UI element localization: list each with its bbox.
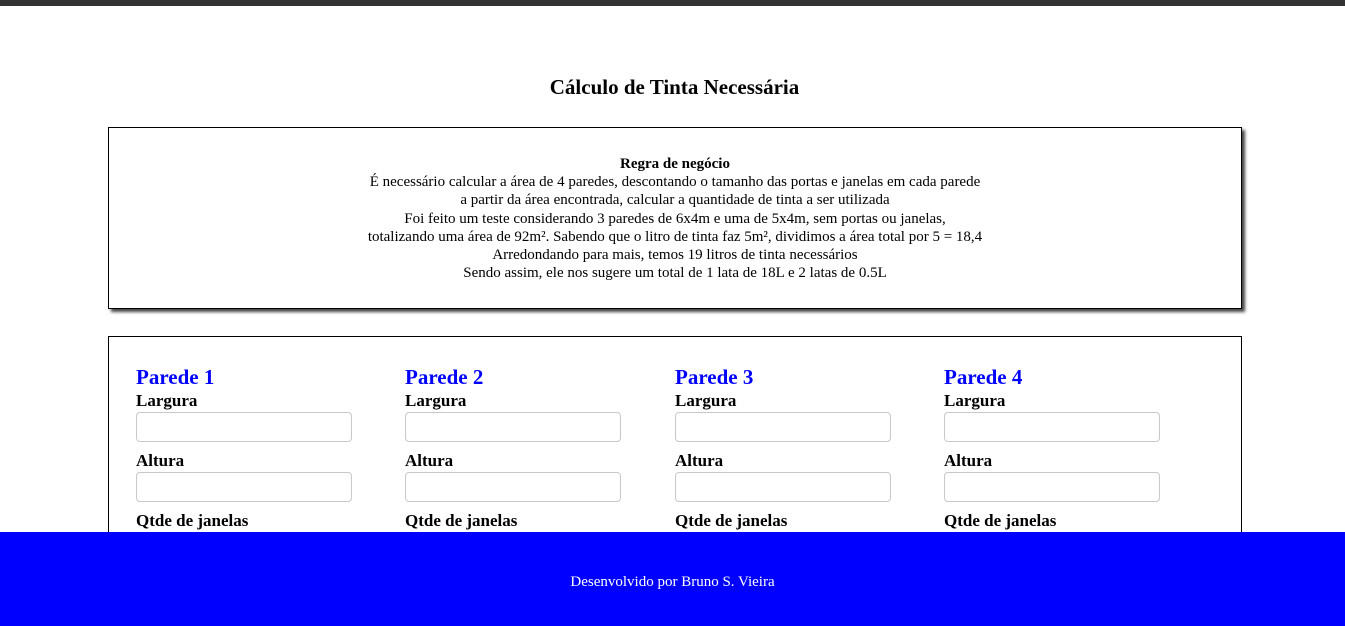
wall-2-title: Parede 2 <box>405 365 484 389</box>
wall-3-title: Parede 3 <box>675 365 754 389</box>
wall-3-height-label: Altura <box>675 451 724 470</box>
business-rules-box: Regra de negócio É necessário calcular a… <box>108 127 1242 309</box>
wall-3-height-input[interactable] <box>675 472 891 502</box>
wall-2-width-input[interactable] <box>405 412 621 442</box>
footer: Desenvolvido por Bruno S. Vieira <box>0 532 1345 626</box>
wall-2-height-label: Altura <box>405 451 454 470</box>
wall-3-width-input[interactable] <box>675 412 891 442</box>
business-rule-line: É necessário calcular a área de 4 parede… <box>369 174 981 191</box>
wall-1-height-input[interactable] <box>136 472 352 502</box>
wall-4-group: Parede 4 Largura Altura Qtde de janelas <box>944 364 1164 532</box>
wall-1-width-label: Largura <box>136 391 198 410</box>
wall-4-title: Parede 4 <box>944 365 1023 389</box>
wall-4-height-label: Altura <box>944 451 993 470</box>
wall-4-width-label: Largura <box>944 391 1006 410</box>
wall-4-windows-label: Qtde de janelas <box>944 511 1057 530</box>
wall-2-windows-label: Qtde de janelas <box>405 511 518 530</box>
wall-1-title: Parede 1 <box>136 365 215 389</box>
wall-3-width-label: Largura <box>675 391 737 410</box>
wall-1-width-input[interactable] <box>136 412 352 442</box>
business-rule-line: Arredondando para mais, temos 19 litros … <box>492 247 858 264</box>
page-title: Cálculo de Tinta Necessária <box>549 75 800 99</box>
wall-2-height-input[interactable] <box>405 472 621 502</box>
wall-4-height-input[interactable] <box>944 472 1160 502</box>
business-rule-line: a partir da área encontrada, calcular a … <box>460 192 890 209</box>
wall-4-width-input[interactable] <box>944 412 1160 442</box>
top-bar <box>0 0 1345 6</box>
business-rules-title: Regra de negócio <box>620 156 730 172</box>
wall-1-group: Parede 1 Largura Altura Qtde de janelas <box>136 364 356 532</box>
business-rule-line: Foi feito um teste considerando 3 parede… <box>404 210 946 227</box>
wall-3-group: Parede 3 Largura Altura Qtde de janelas <box>675 364 895 532</box>
wall-2-width-label: Largura <box>405 391 467 410</box>
wall-3-windows-label: Qtde de janelas <box>675 511 788 530</box>
wall-1-height-label: Altura <box>136 451 185 470</box>
wall-2-group: Parede 2 Largura Altura Qtde de janelas <box>405 364 625 532</box>
wall-1-windows-label: Qtde de janelas <box>136 511 249 530</box>
business-rule-line: totalizando uma área de 92m². Sabendo qu… <box>367 228 983 245</box>
business-rule-line: Sendo assim, ele nos sugere um total de … <box>463 265 887 282</box>
footer-credit: Desenvolvido por Bruno S. Vieira <box>570 574 775 590</box>
